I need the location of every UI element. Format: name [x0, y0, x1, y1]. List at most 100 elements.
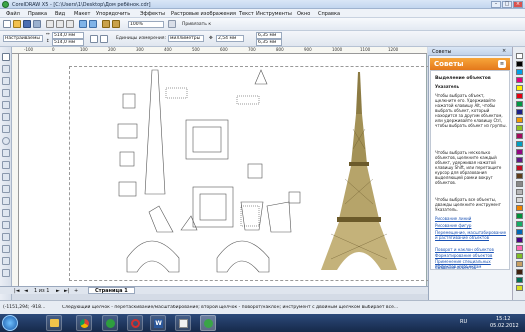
tab-page-1[interactable]: Страница 1 [88, 287, 135, 294]
clock-date[interactable]: 05.02.2012 [490, 323, 519, 329]
menu-help[interactable]: Справка [318, 11, 340, 17]
menu-file[interactable]: Файл [6, 11, 20, 17]
redo-icon[interactable] [89, 20, 97, 28]
house-part[interactable] [118, 181, 137, 197]
house-part[interactable] [117, 123, 138, 139]
landscape-icon[interactable] [100, 35, 108, 43]
color-swatch[interactable] [516, 189, 523, 195]
color-swatch[interactable] [516, 53, 523, 59]
cut-icon[interactable] [46, 20, 54, 28]
color-swatch[interactable] [516, 253, 523, 259]
house-part[interactable] [288, 191, 301, 204]
menu-text[interactable]: Текст [239, 11, 254, 17]
docker-tab[interactable]: Советы × [428, 47, 512, 56]
horizontal-ruler[interactable]: -100 0 100 200 300 400 500 600 700 800 9… [12, 47, 427, 54]
color-swatch[interactable] [516, 69, 523, 75]
blend-tool-icon[interactable] [2, 221, 10, 229]
tips-link[interactable]: Перемещение, масштабирование и растягива… [435, 230, 507, 240]
color-swatch[interactable] [516, 149, 523, 155]
menu-layout[interactable]: Макет [74, 11, 90, 17]
tips-link[interactable]: Рисование линий [435, 216, 471, 221]
color-swatch[interactable] [516, 205, 523, 211]
ellipse-tool-icon[interactable] [2, 137, 10, 145]
drawing-objects[interactable] [19, 54, 427, 286]
platform-panel-inner[interactable] [199, 193, 227, 221]
rectangle-tool-icon[interactable] [2, 125, 10, 133]
color-swatch[interactable] [516, 125, 523, 131]
color-swatch[interactable] [516, 109, 523, 115]
units-select[interactable]: миллиметры [168, 35, 204, 42]
connector-tool-icon[interactable] [2, 209, 10, 217]
snap-to-label[interactable]: Привязать к [182, 22, 211, 27]
house-part[interactable] [122, 93, 136, 109]
zoom-tool-icon[interactable] [2, 89, 10, 97]
save-icon[interactable] [23, 20, 31, 28]
color-swatch[interactable] [516, 93, 523, 99]
color-swatch[interactable] [516, 85, 523, 91]
drawing-canvas[interactable] [19, 54, 429, 286]
tips-options-icon[interactable]: ≡ [498, 60, 506, 68]
tower-top-part[interactable] [254, 69, 268, 85]
eiffel-tower-image[interactable] [321, 72, 397, 270]
polygon-tool-icon[interactable] [2, 149, 10, 157]
duplicate-y-field[interactable]: 6,35 мм [256, 39, 282, 46]
copy-icon[interactable] [56, 20, 64, 28]
color-swatch[interactable] [516, 77, 523, 83]
menu-view[interactable]: Вид [55, 11, 65, 17]
color-swatch[interactable] [516, 269, 523, 275]
color-swatch[interactable] [516, 141, 523, 147]
tips-link[interactable]: Рисование фигур [435, 223, 471, 228]
full-screen-icon[interactable] [168, 20, 176, 28]
export-icon[interactable] [112, 20, 120, 28]
color-swatch[interactable] [516, 237, 523, 243]
add-page-icon[interactable]: + [74, 288, 78, 294]
color-swatch[interactable] [516, 117, 523, 123]
color-swatch[interactable] [516, 221, 523, 227]
freehand-tool-icon[interactable] [2, 101, 10, 109]
color-swatch[interactable] [516, 101, 523, 107]
table-tool-icon[interactable] [2, 185, 10, 193]
text-tool-icon[interactable] [2, 173, 10, 181]
menu-arrange[interactable]: Упорядочить [96, 11, 130, 17]
color-swatch[interactable] [516, 277, 523, 283]
prev-page-icon[interactable]: ◄ [24, 288, 28, 294]
smart-fill-tool-icon[interactable] [2, 113, 10, 121]
first-page-icon[interactable]: |◄ [14, 288, 20, 294]
color-swatch[interactable] [516, 181, 523, 187]
minimize-button[interactable]: – [491, 1, 501, 8]
clock-time[interactable]: 15:12 [496, 316, 510, 322]
color-swatch[interactable] [516, 197, 523, 203]
color-swatch[interactable] [516, 61, 523, 67]
menu-effects[interactable]: Эффекты [140, 11, 165, 17]
tips-link[interactable]: Форматирование объектов [435, 253, 492, 258]
frame-part[interactable] [180, 215, 198, 231]
frame-part[interactable] [266, 201, 292, 233]
color-swatch[interactable] [516, 261, 523, 267]
frame-part[interactable] [148, 205, 174, 233]
grill-part[interactable] [236, 95, 260, 105]
explorer-taskbar-icon[interactable] [46, 315, 62, 331]
tower-leg-part[interactable] [144, 69, 166, 195]
word-taskbar-icon[interactable]: W [150, 315, 166, 331]
paint-taskbar-icon[interactable] [175, 315, 191, 331]
shape-tool-icon[interactable] [2, 65, 10, 73]
platform-panel[interactable] [192, 186, 234, 228]
chrome-taskbar-icon[interactable] [76, 315, 92, 331]
nudge-distance-field[interactable]: 2,54 мм [216, 35, 244, 42]
page-height-field[interactable]: 514,0 мм [52, 39, 84, 46]
last-page-icon[interactable]: ►| [64, 288, 70, 294]
color-swatch[interactable] [516, 229, 523, 235]
arch-part[interactable] [126, 240, 180, 273]
grill-part[interactable] [165, 87, 188, 99]
house-part[interactable] [247, 163, 263, 179]
start-button[interactable] [2, 315, 18, 331]
menu-window[interactable]: Окно [297, 11, 310, 17]
zoom-level-field[interactable]: 100% [128, 21, 164, 28]
coreldraw-taskbar-icon[interactable] [200, 315, 216, 331]
tips-link[interactable]: Поворот и наклон объектов [435, 247, 494, 252]
house-part[interactable] [119, 151, 135, 167]
tips-link[interactable]: Создание объектов [435, 265, 476, 269]
eyedropper-tool-icon[interactable] [2, 233, 10, 241]
color-swatch[interactable] [516, 173, 523, 179]
new-document-icon[interactable] [3, 20, 11, 28]
